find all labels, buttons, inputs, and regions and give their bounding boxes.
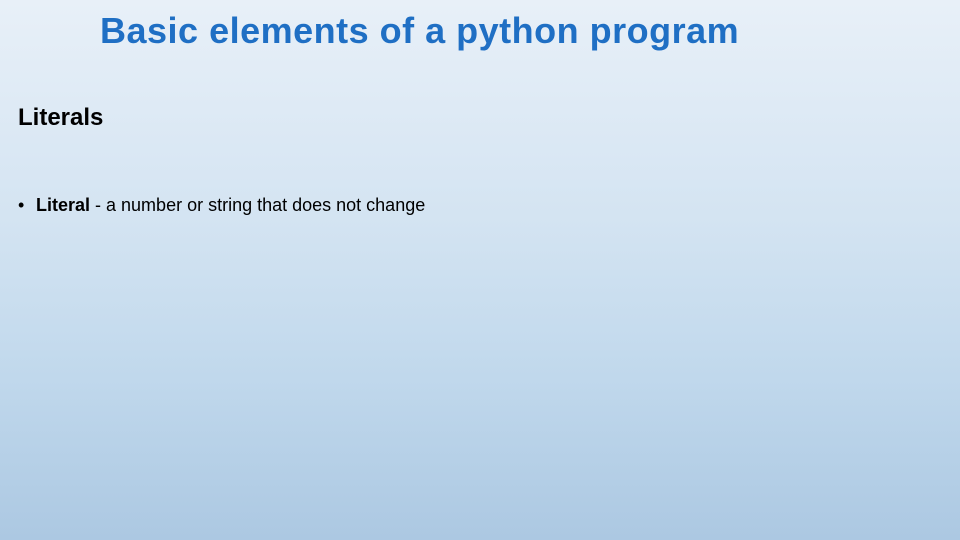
bullet-term: Literal	[36, 195, 90, 215]
bullet-definition: - a number or string that does not chang…	[90, 195, 425, 215]
slide-title: Basic elements of a python program	[0, 0, 960, 52]
bullet-item: Literal - a number or string that does n…	[18, 192, 960, 219]
bullet-list: Literal - a number or string that does n…	[0, 192, 960, 219]
section-heading: Literals	[0, 104, 960, 132]
